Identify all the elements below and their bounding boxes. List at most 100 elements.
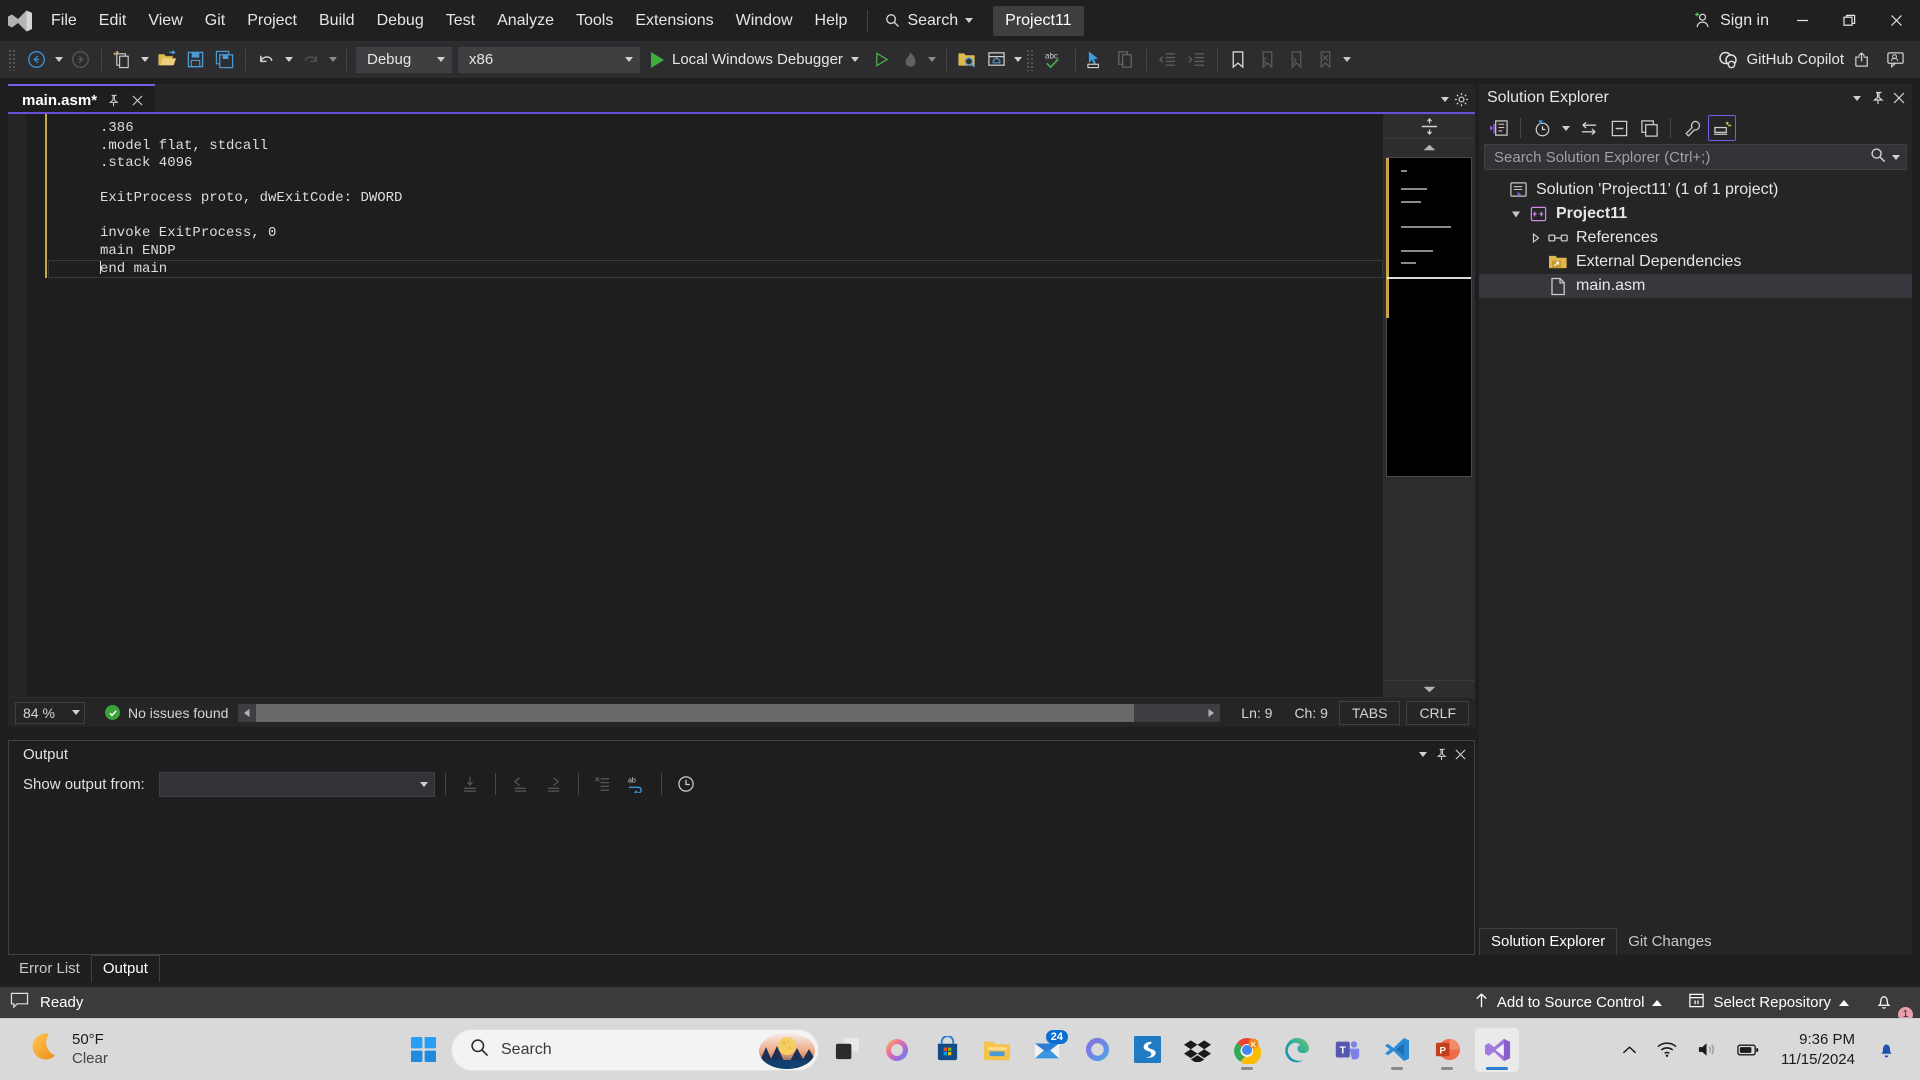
taskbar-app-microsoft-store[interactable] <box>925 1028 969 1072</box>
outdent-button[interactable] <box>1153 45 1182 74</box>
magnifier-icon[interactable] <box>1870 147 1886 168</box>
panel-tab-solution-explorer[interactable]: Solution Explorer <box>1479 928 1618 955</box>
select-repository-button[interactable]: Select Repository <box>1675 987 1862 1018</box>
hot-reload-button[interactable] <box>896 45 925 74</box>
menu-analyze[interactable]: Analyze <box>486 6 565 36</box>
bell-blue-icon[interactable] <box>1869 1035 1904 1064</box>
gear-icon[interactable] <box>1454 92 1469 107</box>
output-source-combo[interactable] <box>158 771 435 797</box>
taskbar-weather-widget[interactable]: 50°F Clear <box>0 1031 300 1069</box>
spell-check-button[interactable]: abc <box>1040 45 1069 74</box>
taskbar-app-task-view[interactable] <box>825 1028 869 1072</box>
taskbar-app-visual-studio[interactable] <box>1475 1027 1519 1072</box>
pin-icon[interactable] <box>1434 747 1449 762</box>
taskbar-app-copilot[interactable] <box>875 1028 919 1072</box>
attach-process-button[interactable] <box>867 45 896 74</box>
editor-horizontal-scrollbar[interactable] <box>238 703 1221 722</box>
close-icon[interactable] <box>1453 747 1468 762</box>
chevron-down-icon[interactable] <box>1383 680 1475 697</box>
taskbar-app-google-chrome[interactable]: K <box>1225 1028 1269 1072</box>
indent-mode-indicator[interactable]: TABS <box>1338 700 1401 725</box>
taskbar-app-microsoft-teams[interactable]: T <box>1325 1028 1369 1072</box>
clear-all-icon[interactable] <box>589 770 618 799</box>
search-input[interactable] <box>1494 148 1870 166</box>
close-icon[interactable] <box>1891 91 1906 106</box>
pin-icon[interactable] <box>1870 91 1885 106</box>
indent-button[interactable] <box>1182 45 1211 74</box>
scroll-right-icon[interactable] <box>1202 704 1220 722</box>
chevron-down-icon[interactable] <box>1849 91 1864 106</box>
output-panel-content[interactable] <box>9 801 1474 926</box>
chevron-expanded-icon[interactable] <box>1505 209 1527 219</box>
editor-vertical-scrollbar[interactable] <box>1383 114 1475 697</box>
taskbar-clock[interactable]: 9:36 PM 11/15/2024 <box>1771 1030 1865 1069</box>
taskbar-app-visual-studio-code[interactable] <box>1375 1028 1419 1072</box>
pin-icon[interactable] <box>106 93 121 108</box>
menu-window[interactable]: Window <box>725 6 804 36</box>
menu-view[interactable]: View <box>137 6 193 36</box>
clear-bookmarks-button[interactable] <box>1311 45 1340 74</box>
undo-button[interactable] <box>252 45 281 74</box>
speaker-icon[interactable] <box>1689 1036 1725 1063</box>
hot-reload-dropdown[interactable] <box>925 45 940 74</box>
menu-extensions[interactable]: Extensions <box>624 6 724 36</box>
windows-start-icon[interactable] <box>401 1028 445 1072</box>
live-share-button[interactable] <box>982 45 1011 74</box>
scroll-left-icon[interactable] <box>238 704 256 722</box>
pointer-select-button[interactable] <box>1082 45 1111 74</box>
minimize-icon[interactable] <box>1779 0 1826 41</box>
navigate-back-button[interactable] <box>22 45 51 74</box>
next-bookmark-button[interactable] <box>1282 45 1311 74</box>
menu-file[interactable]: File <box>40 6 88 36</box>
menu-edit[interactable]: Edit <box>88 6 138 36</box>
chevron-collapsed-icon[interactable] <box>1525 233 1547 243</box>
solution-platform-combo[interactable]: x86 <box>458 46 640 73</box>
sync-active-document-icon[interactable] <box>1575 115 1603 141</box>
taskbar-app-snagit[interactable] <box>1125 1028 1169 1072</box>
close-icon[interactable] <box>130 93 145 108</box>
tree-item-external-dependencies[interactable]: External Dependencies <box>1479 250 1912 274</box>
editor-tab-main-asm[interactable]: main.asm* <box>8 84 156 114</box>
arrow-left-message-icon[interactable] <box>506 770 535 799</box>
code-line[interactable]: .model flat, stdcall <box>48 138 1383 156</box>
menu-tools[interactable]: Tools <box>565 6 624 36</box>
line-ending-indicator[interactable]: CRLF <box>1406 700 1469 725</box>
split-view-icon[interactable] <box>1383 114 1475 139</box>
toolbar-grip-2[interactable] <box>1025 48 1035 71</box>
redo-dropdown[interactable] <box>325 45 340 74</box>
live-share-dropdown[interactable] <box>1011 45 1026 74</box>
pending-changes-dropdown[interactable] <box>1558 114 1573 143</box>
wrench-properties-icon[interactable] <box>1678 115 1706 141</box>
navigate-back-dropdown[interactable] <box>51 45 66 74</box>
code-line[interactable]: invoke ExitProcess, 0 <box>48 225 1383 243</box>
battery-icon[interactable] <box>1729 1038 1767 1062</box>
close-icon[interactable] <box>1873 0 1920 41</box>
code-line[interactable]: end main <box>48 260 1383 278</box>
issues-indicator[interactable]: No issues found <box>105 705 228 721</box>
code-line[interactable]: main ENDP <box>48 243 1383 261</box>
find-message-icon[interactable] <box>456 770 485 799</box>
menu-build[interactable]: Build <box>308 6 366 36</box>
menu-help[interactable]: Help <box>804 6 859 36</box>
code-line[interactable]: .386 <box>48 120 1383 138</box>
menu-git[interactable]: Git <box>194 6 236 36</box>
save-all-button[interactable] <box>210 45 239 74</box>
taskbar-search-box[interactable]: Search <box>451 1028 819 1071</box>
feedback-person-icon[interactable] <box>1881 45 1910 74</box>
taskbar-app-microsoft-365[interactable] <box>1075 1028 1119 1072</box>
pending-changes-clock-icon[interactable] <box>1528 115 1556 141</box>
open-file-button[interactable] <box>152 45 181 74</box>
menu-debug[interactable]: Debug <box>366 6 435 36</box>
save-button[interactable] <box>181 45 210 74</box>
start-debugging-button[interactable]: Local Windows Debugger <box>643 45 867 74</box>
taskbar-app-microsoft-edge[interactable] <box>1275 1028 1319 1072</box>
collapse-all-icon[interactable] <box>1605 115 1633 141</box>
solution-explorer-search[interactable] <box>1484 144 1907 170</box>
editor-minimap[interactable] <box>1386 157 1472 477</box>
chevron-up-icon[interactable] <box>1614 1040 1645 1060</box>
panel-tab-output[interactable]: Output <box>90 955 160 982</box>
panel-tab-git-changes[interactable]: Git Changes <box>1617 929 1722 955</box>
global-search-button[interactable]: Search <box>877 9 981 33</box>
toolbar-overflow-button[interactable] <box>1340 45 1355 74</box>
taskbar-app-file-explorer[interactable] <box>975 1028 1019 1072</box>
